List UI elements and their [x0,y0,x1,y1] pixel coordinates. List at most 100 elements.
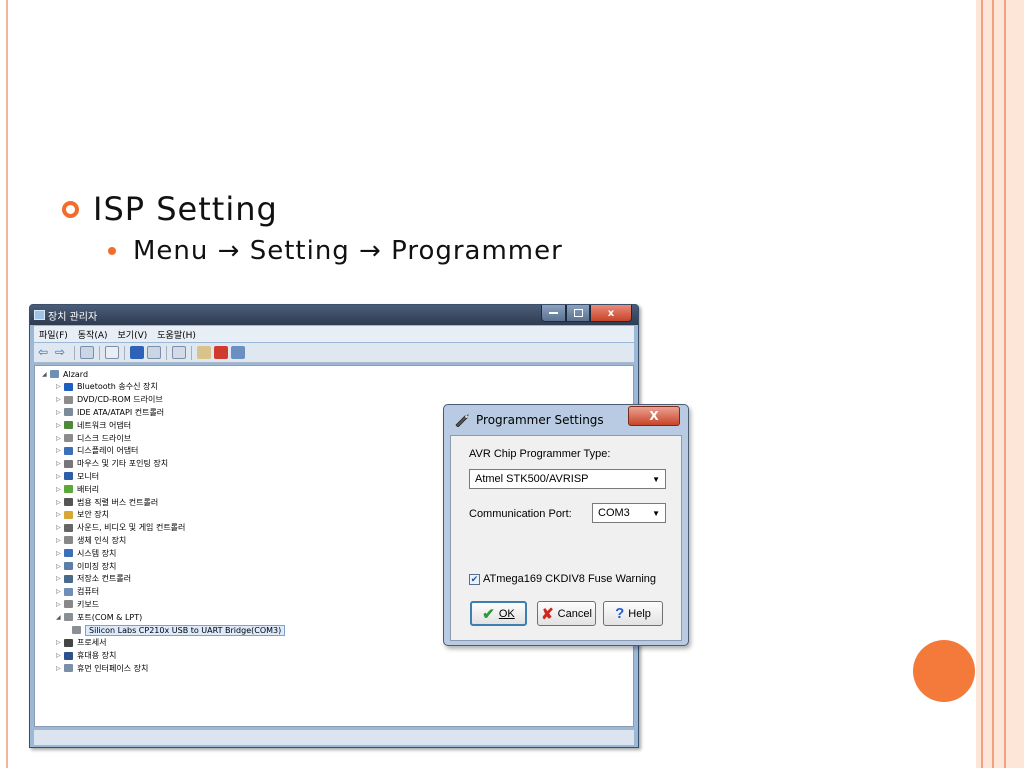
expand-right-icon[interactable]: ▷ [56,563,64,570]
device-manager-title: 장치 관리자 [48,311,98,323]
port-select[interactable]: COM3 ▼ [592,503,666,523]
tree-item[interactable]: ▷ 사운드, 비디오 및 게임 컨트롤러 [56,522,185,534]
tree-item[interactable]: ▷ 네트워크 어댑터 [56,419,131,431]
expand-right-icon[interactable]: ▷ [56,383,64,390]
chip-type-label: AVR Chip Programmer Type: [469,448,611,460]
expand-down-icon[interactable]: ◢ [42,371,50,378]
expand-right-icon[interactable]: ▷ [56,652,64,659]
expand-right-icon[interactable]: ▷ [56,511,64,518]
cancel-button[interactable]: ✘ Cancel [537,601,596,626]
tree-item[interactable]: ▷ 시스템 장치 [56,547,116,559]
properties-icon[interactable] [105,346,119,359]
expand-right-icon[interactable]: ▷ [56,537,64,544]
menu-file[interactable]: 파일(F) [39,328,68,341]
port-icon [72,626,81,634]
expand-right-icon[interactable]: ▷ [56,473,64,480]
tree-item[interactable]: ▷ 저장소 컨트롤러 [56,573,131,585]
processor-icon [64,638,73,647]
port-icon [64,613,73,622]
expand-right-icon[interactable]: ▷ [56,524,64,531]
tree-item[interactable]: ▷ Bluetooth 송수신 장치 [56,381,158,393]
tree-item[interactable]: ◢ Alzard [42,368,88,380]
chip-type-select[interactable]: Atmel STK500/AVRISP ▼ [469,469,666,489]
storage-icon [64,574,73,583]
expand-right-icon[interactable]: ▷ [56,665,64,672]
tree-item-label: 디스플레이 어댑터 [77,446,139,456]
tree-item[interactable]: ▷ 디스플레이 어댑터 [56,445,138,457]
bluetooth-icon [64,382,73,391]
menu-action[interactable]: 동작(A) [78,328,108,341]
expand-right-icon[interactable]: ▷ [56,447,64,454]
tree-item-label: 생체 인식 장치 [77,535,127,545]
tree-item-label: 보안 장치 [77,510,109,520]
status-bar [34,729,634,745]
tree-item-label: 범용 직렬 버스 컨트롤러 [77,497,159,507]
menu-view[interactable]: 보기(V) [118,328,148,341]
close-button[interactable]: x [590,305,632,322]
fuse-warning-checkbox[interactable]: ✔ ATmega169 CKDIV8 Fuse Warning [469,573,656,585]
expand-right-icon[interactable]: ▷ [56,499,64,506]
uninstall-icon[interactable] [214,346,228,359]
expand-right-icon[interactable]: ▷ [56,486,64,493]
expand-right-icon[interactable]: ▷ [56,460,64,467]
expand-right-icon[interactable]: ▷ [56,575,64,582]
question-icon: ? [615,605,625,622]
tree-item[interactable]: ▷ 이미징 장치 [56,560,116,572]
menu-help[interactable]: 도움말(H) [157,328,196,341]
expand-down-icon[interactable]: ◢ [56,614,64,621]
programmer-settings-titlebar[interactable]: Programmer Settings [454,413,604,427]
ok-button[interactable]: ✔ OK [470,601,527,626]
expand-right-icon[interactable]: ▷ [56,550,64,557]
expand-right-icon[interactable]: ▷ [56,588,64,595]
minimize-button[interactable] [541,305,566,322]
tree-item[interactable]: ▷ 컴퓨터 [56,586,99,598]
tree-item-label: 키보드 [77,599,100,609]
portable-device-icon [64,651,73,660]
tree-item[interactable]: ▷ 범용 직렬 버스 컨트롤러 [56,496,158,508]
dialog-close-button[interactable]: X [628,406,680,426]
dialog-close-icon: X [649,409,659,423]
tree-item[interactable]: ▷ 배터리 [56,483,99,495]
maximize-button[interactable] [566,305,590,322]
help-icon[interactable] [130,346,144,359]
toolbar: ⇦ ⇨ [34,343,634,363]
tree-item[interactable]: ▷ 휴대용 장치 [56,650,116,662]
tree-item[interactable]: ▷ 보안 장치 [56,509,109,521]
back-icon[interactable]: ⇦ [38,346,52,359]
checkbox-checked-icon[interactable]: ✔ [469,573,480,585]
subheading-bullet: Menu → Setting → Programmer [108,236,563,266]
tree-item-selected[interactable]: Silicon Labs CP210x USB to UART Bridge(C… [72,624,286,636]
tree-item[interactable]: ▷ 모니터 [56,470,99,482]
slide-subheading: Menu → Setting → Programmer [133,236,563,266]
heading-bullet: ISP Setting [62,190,278,228]
expand-right-icon[interactable]: ▷ [56,409,64,416]
scan-hardware-icon[interactable] [172,346,186,359]
tree-item[interactable]: ▷ 생체 인식 장치 [56,534,126,546]
forward-icon[interactable]: ⇨ [55,346,69,359]
tree-item[interactable]: ▷ 마우스 및 기타 포인팅 장치 [56,458,168,470]
update-driver-icon[interactable] [197,346,211,359]
slide-right-border [976,0,1024,768]
x-icon: ✘ [541,605,554,623]
port-label: Communication Port: [469,508,572,520]
tree-item[interactable]: ▷ 디스크 드라이브 [56,432,131,444]
tree-item[interactable]: ▷ 휴먼 인터페이스 장치 [56,662,148,674]
slide-heading: ISP Setting [93,190,278,228]
expand-right-icon[interactable]: ▷ [56,639,64,646]
tree-item[interactable]: ◢ 포트(COM & LPT) [56,611,142,623]
disable-icon[interactable] [231,346,245,359]
expand-right-icon[interactable]: ▷ [56,435,64,442]
wrench-icon [455,414,469,427]
tree-item[interactable]: ▷ 프로세서 [56,637,106,649]
port-value: COM3 [598,507,630,519]
help-button[interactable]: ? Help [603,601,663,626]
tree-item[interactable]: ▷ 키보드 [56,598,99,610]
view-icon[interactable] [147,346,161,359]
tree-item[interactable]: ▷ IDE ATA/ATAPI 컨트롤러 [56,406,164,418]
expand-right-icon[interactable]: ▷ [56,601,64,608]
expand-right-icon[interactable]: ▷ [56,422,64,429]
device-manager-titlebar[interactable]: 장치 관리자 x [30,305,638,325]
tree-item[interactable]: ▷ DVD/CD-ROM 드라이브 [56,394,163,406]
show-hide-tree-icon[interactable] [80,346,94,359]
expand-right-icon[interactable]: ▷ [56,396,64,403]
